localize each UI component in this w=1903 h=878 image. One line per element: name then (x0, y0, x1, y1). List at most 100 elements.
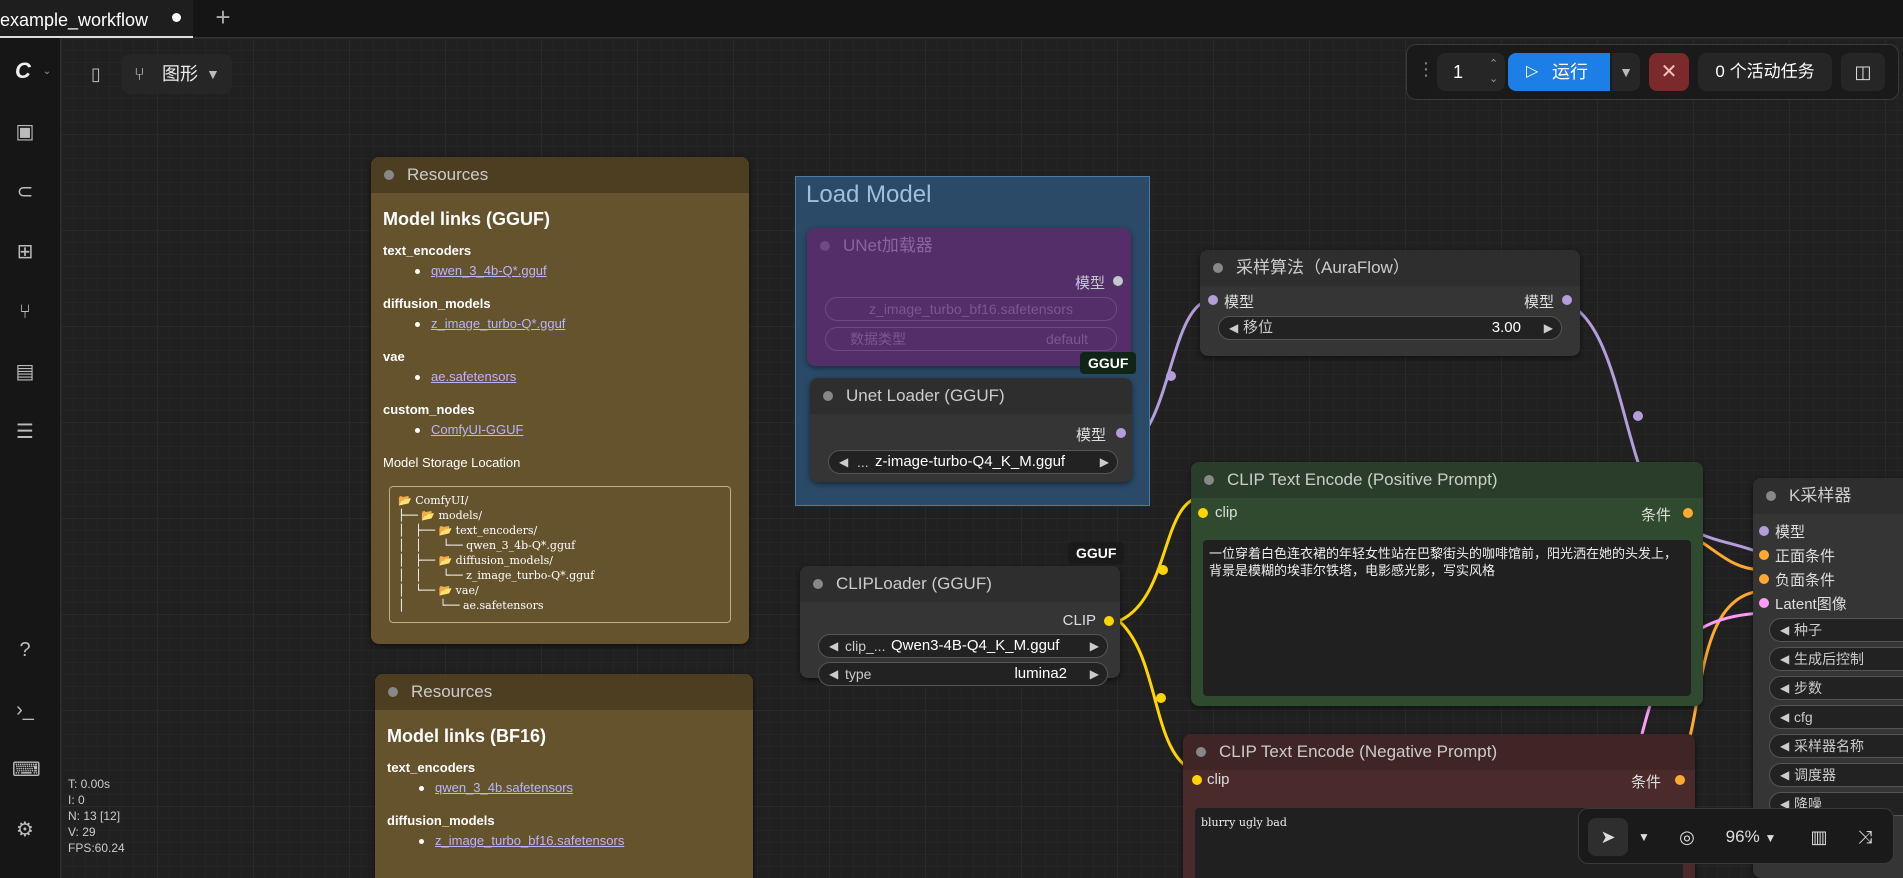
model-input-slot[interactable] (1759, 526, 1769, 536)
arrow-left-icon[interactable]: ◀ (1229, 317, 1238, 339)
positive-input-slot[interactable] (1759, 550, 1769, 560)
arrow-left-icon[interactable]: ◀ (829, 663, 838, 685)
model-output-slot[interactable] (1562, 295, 1572, 305)
resources-node-gguf[interactable]: Resources Model links (GGUF) text_encode… (371, 157, 749, 644)
fit-view-icon[interactable]: ◎ (1667, 818, 1707, 856)
seed-widget[interactable]: ◀ 种子 (1769, 618, 1903, 642)
dtype-widget[interactable]: 数据类型 default (825, 327, 1117, 351)
collapse-dot-icon[interactable] (820, 241, 830, 251)
collapse-dot-icon[interactable] (1213, 263, 1223, 273)
node-library-icon[interactable]: ⊞ (12, 239, 38, 265)
node-title[interactable]: 采样算法（AuraFlow） (1200, 250, 1580, 286)
clip-input-slot[interactable] (1192, 775, 1202, 785)
steps-widget[interactable]: ◀ 步数 (1769, 676, 1903, 700)
model-link-text[interactable]: ae.safetensors (431, 369, 516, 384)
scheduler-widget[interactable]: ◀ 调度器 (1769, 763, 1903, 787)
chevron-down-icon[interactable]: ⌄ (1489, 73, 1498, 85)
model-link-text[interactable]: z_image_turbo-Q*.gguf (431, 316, 565, 331)
negative-input-slot[interactable] (1759, 574, 1769, 584)
help-icon[interactable]: ? (12, 637, 38, 663)
collapse-dot-icon[interactable] (1766, 491, 1776, 501)
arrow-right-icon[interactable]: ▶ (1090, 663, 1099, 685)
node-title[interactable]: Unet Loader (GGUF) (810, 378, 1132, 414)
unet-loader-bypassed-node[interactable]: UNet加载器 模型 z_image_turbo_bf16.safetensor… (807, 228, 1131, 366)
arrow-left-icon[interactable]: ◀ (1780, 706, 1789, 728)
image-library-icon[interactable]: ▣ (12, 119, 38, 145)
arrow-left-icon[interactable]: ◀ (1780, 648, 1789, 670)
clip-name-widget[interactable]: ◀ clip_... Qwen3-4B-Q4_K_M.gguf ▶ (818, 634, 1108, 658)
run-options-chevron-icon[interactable]: ▼ (1612, 53, 1640, 91)
model-link-text[interactable]: z_image_turbo_bf16.safetensors (435, 833, 624, 848)
clip-input-slot[interactable] (1198, 508, 1208, 518)
hide-links-icon[interactable]: ⤨ (1845, 818, 1885, 856)
cfg-widget[interactable]: ◀ cfg (1769, 705, 1903, 729)
run-button[interactable]: ▷ 运行 (1508, 53, 1610, 91)
conditioning-output-slot[interactable] (1675, 775, 1685, 785)
collapse-dot-icon[interactable] (1204, 475, 1214, 485)
sampling-auraflow-node[interactable]: 采样算法（AuraFlow） 模型 模型 ◀ 移位 3.00 ▶ (1200, 250, 1580, 356)
templates-icon[interactable]: ▤ (12, 359, 38, 385)
collapse-dot-icon[interactable] (1196, 747, 1206, 757)
collapse-dot-icon[interactable] (384, 170, 394, 180)
model-link-text[interactable]: ComfyUI-GGUF (431, 422, 523, 437)
arrow-left-icon[interactable]: ◀ (1780, 764, 1789, 786)
clip-loader-gguf-node[interactable]: CLIPLoader (GGUF) CLIP ◀ clip_... Qwen3-4B… (800, 566, 1120, 686)
graph-mode-button[interactable]: ⑂ 图形 ▼ (122, 54, 232, 94)
control-widget[interactable]: ◀ 生成后控制 (1769, 647, 1903, 671)
layout-icon[interactable]: ☰ (12, 419, 38, 445)
conditioning-output-slot[interactable] (1683, 508, 1693, 518)
right-panel-toggle-icon[interactable]: ◫ (1841, 53, 1885, 91)
clip-output-slot[interactable] (1104, 616, 1114, 626)
keyboard-icon[interactable]: ⌨ (12, 757, 41, 783)
logo-chevron-icon[interactable]: ⌄ (34, 59, 60, 85)
node-title[interactable]: CLIP Text Encode (Positive Prompt) (1191, 462, 1703, 498)
collapse-dot-icon[interactable] (813, 579, 823, 589)
active-tasks-button[interactable]: 0 个活动任务 (1698, 53, 1832, 91)
chevron-up-icon[interactable]: ⌃ (1489, 58, 1498, 70)
collapse-dot-icon[interactable] (388, 687, 398, 697)
new-tab-button[interactable]: + (208, 2, 238, 34)
node-title[interactable]: Resources (375, 674, 753, 710)
output-slot[interactable] (1113, 276, 1123, 286)
unet-loader-gguf-node[interactable]: Unet Loader (GGUF) 模型 ◀... z-image-turbo-… (810, 378, 1132, 482)
arrow-left-icon[interactable]: ◀ (1780, 619, 1789, 641)
model-link-text[interactable]: qwen_3_4b.safetensors (435, 780, 573, 795)
workflow-tab[interactable]: example_workflow (0, 0, 193, 38)
model-output-slot[interactable] (1116, 428, 1126, 438)
batch-count-stepper[interactable]: 1 ⌃ ⌄ (1437, 53, 1505, 91)
arrow-right-icon[interactable]: ▶ (1100, 451, 1109, 473)
model-library-icon[interactable]: ⊂ (12, 179, 38, 205)
group-title[interactable]: Load Model (806, 181, 931, 209)
prompt-textarea[interactable]: 一位穿着白色连衣裙的年轻女性站在巴黎街头的咖啡馆前，阳光洒在她的头发上，背景是模… (1203, 540, 1691, 696)
shift-widget[interactable]: ◀ 移位 3.00 ▶ (1218, 316, 1562, 340)
type-widget[interactable]: ◀ type lumina2 ▶ (818, 662, 1108, 686)
model-input-slot[interactable] (1208, 295, 1218, 305)
comfy-logo-icon[interactable]: C (10, 58, 36, 84)
arrow-left-icon[interactable]: ◀ (1780, 677, 1789, 699)
terminal-icon[interactable]: ›_ (12, 697, 38, 723)
cancel-run-icon[interactable]: ✕ (1649, 53, 1689, 91)
workflows-icon[interactable]: ⑂ (12, 299, 38, 325)
chevron-down-icon[interactable]: ▼ (1633, 818, 1655, 856)
model-link-text[interactable]: qwen_3_4b-Q*.gguf (431, 263, 547, 278)
arrow-right-icon[interactable]: ▶ (1544, 317, 1553, 339)
collapse-dot-icon[interactable] (823, 391, 833, 401)
zoom-dropdown[interactable]: 96% ▼ (1713, 818, 1789, 856)
arrow-right-icon[interactable]: ▶ (1090, 635, 1099, 657)
node-title[interactable]: CLIPLoader (GGUF) (800, 566, 1120, 602)
sampler-name-widget[interactable]: ◀ 采样器名称 (1769, 734, 1903, 758)
node-title[interactable]: K采样器 (1753, 478, 1903, 514)
resources-node-bf16[interactable]: Resources Model links (BF16) text_encode… (375, 674, 753, 878)
arrow-left-icon[interactable]: ◀ (1780, 735, 1789, 757)
positive-prompt-node[interactable]: CLIP Text Encode (Positive Prompt) clip … (1191, 462, 1703, 706)
arrow-left-icon[interactable]: ◀ (829, 635, 838, 657)
node-title[interactable]: Resources (371, 157, 749, 193)
model-name-widget[interactable]: z_image_turbo_bf16.safetensors (825, 297, 1117, 321)
graph-canvas[interactable]: Resources Model links (GGUF) text_encode… (61, 38, 1903, 878)
select-cursor-icon[interactable]: ➤ (1588, 818, 1628, 856)
node-title[interactable]: UNet加载器 (807, 228, 1131, 264)
settings-gear-icon[interactable]: ⚙ (12, 817, 38, 843)
latent-input-slot[interactable] (1759, 598, 1769, 608)
unet-model-widget[interactable]: ◀... z-image-turbo-Q4_K_M.gguf ▶ (828, 450, 1118, 474)
toggle-panel-icon[interactable]: ▯ (76, 56, 116, 92)
